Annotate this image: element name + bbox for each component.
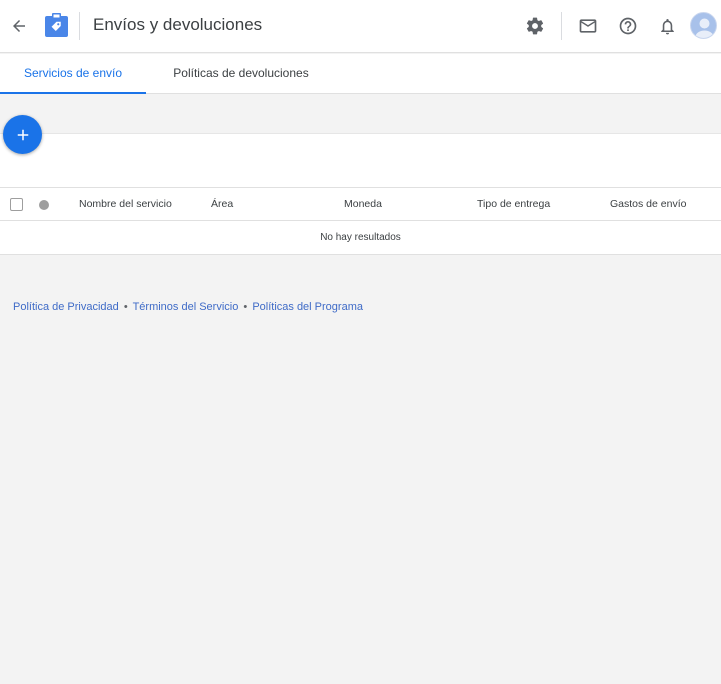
user-avatar-icon	[695, 18, 714, 38]
privacy-policy-link[interactable]: Política de Privacidad	[13, 301, 119, 313]
mail-button[interactable]	[575, 13, 601, 39]
mail-icon	[579, 19, 597, 33]
plus-icon	[17, 129, 28, 140]
footer-separator: •	[243, 301, 248, 313]
bell-icon	[660, 18, 674, 34]
tab-shipping-services[interactable]: Servicios de envío	[0, 54, 146, 94]
program-policies-link[interactable]: Políticas del Programa	[252, 301, 363, 313]
column-header-delivery-type[interactable]: Tipo de entrega	[477, 198, 550, 210]
column-header-shipping-cost[interactable]: Gastos de envío	[610, 198, 686, 210]
table-header: Nombre del servicio Área Moneda Tipo de …	[0, 188, 721, 221]
select-all-checkbox[interactable]	[10, 198, 23, 211]
arrow-back-icon	[13, 20, 25, 32]
help-button[interactable]	[615, 13, 641, 39]
tab-bar: Servicios de envío Políticas de devoluci…	[0, 54, 721, 94]
add-service-button[interactable]	[3, 115, 42, 154]
column-header-currency[interactable]: Moneda	[344, 198, 382, 210]
footer-separator: •	[123, 301, 128, 313]
tab-return-policies[interactable]: Políticas de devoluciones	[150, 54, 332, 93]
footer-links: Política de Privacidad • Términos del Se…	[13, 301, 363, 313]
gear-icon	[526, 17, 544, 35]
notifications-button[interactable]	[654, 13, 680, 39]
column-header-area[interactable]: Área	[211, 198, 233, 210]
actions-divider	[561, 12, 562, 40]
help-circle-icon	[619, 17, 637, 35]
title-divider	[79, 12, 80, 40]
back-button[interactable]	[8, 14, 30, 38]
shopping-bag-tag-icon	[45, 13, 68, 37]
settings-button[interactable]	[522, 13, 548, 39]
app-bar: Envíos y devoluciones	[0, 0, 721, 53]
table-toolbar	[0, 133, 721, 188]
terms-of-service-link[interactable]: Términos del Servicio	[133, 301, 239, 313]
column-header-service-name[interactable]: Nombre del servicio	[79, 198, 172, 210]
status-dot-icon	[39, 200, 49, 210]
page-title: Envíos y devoluciones	[93, 15, 263, 34]
avatar[interactable]	[690, 12, 717, 39]
empty-results-message: No hay resultados	[320, 232, 401, 243]
services-table: Nombre del servicio Área Moneda Tipo de …	[0, 187, 721, 255]
